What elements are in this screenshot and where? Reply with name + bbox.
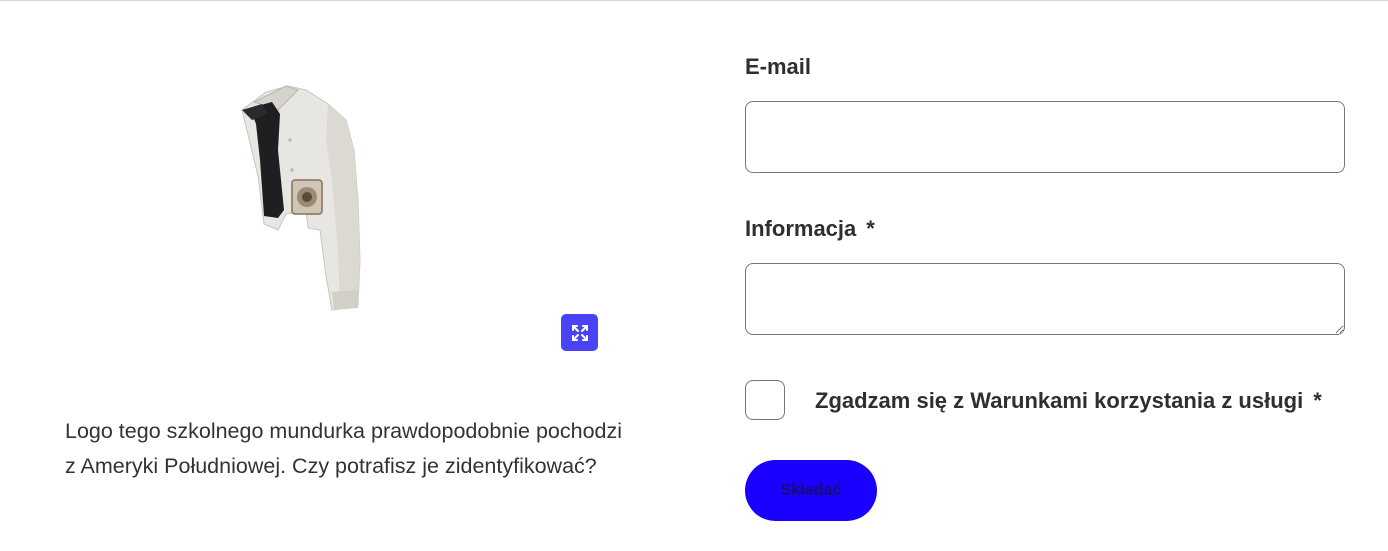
email-label: E-mail <box>745 54 811 80</box>
info-label-text: Informacja <box>745 216 857 241</box>
email-label-text: E-mail <box>745 54 812 79</box>
consent-label-text: Zgadzam się z Warunkami korzystania z us… <box>815 388 1304 413</box>
product-image <box>228 80 378 320</box>
info-textarea[interactable] <box>745 263 1345 335</box>
product-description: Logo tego szkolnego mundurka prawdopodob… <box>65 419 623 478</box>
submit-button[interactable]: Składać <box>745 460 877 521</box>
consent-checkbox[interactable] <box>745 380 785 420</box>
consent-label: Zgadzam się z Warunkami korzystania z us… <box>815 388 1322 414</box>
required-marker: * <box>866 216 875 241</box>
top-divider <box>0 0 1388 1</box>
expand-arrows-icon <box>571 324 588 341</box>
uniform-shirt-illustration <box>241 85 361 311</box>
email-field[interactable] <box>745 101 1345 173</box>
consent-required-marker: * <box>1313 388 1322 413</box>
expand-image-button[interactable] <box>561 314 598 351</box>
info-label: Informacja * <box>745 216 875 242</box>
